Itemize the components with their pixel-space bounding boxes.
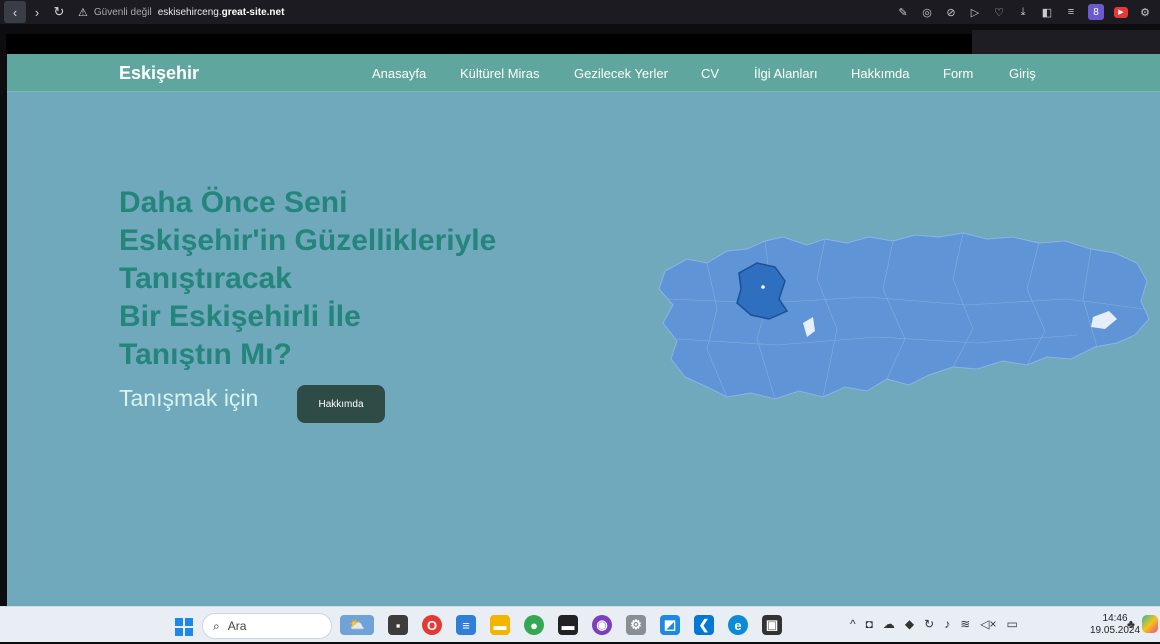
sync-icon[interactable]: ↻ — [924, 617, 934, 631]
battery-icon[interactable]: ▭ — [1007, 617, 1018, 631]
cmd-icon[interactable]: ▣ — [762, 615, 782, 635]
notification-bell-icon[interactable]: ♣ — [1127, 617, 1135, 631]
taskbar-apps: ⛅ ▪ O ≡ ▬ ● ▬ ◉ ⚙ ◩ ❮ e ▣ — [340, 615, 782, 635]
nav-item-ilgi-alanlari[interactable]: İlgi Alanları — [754, 66, 818, 81]
forward-icon[interactable]: › — [26, 1, 48, 23]
github-icon[interactable]: ◉ — [592, 615, 612, 635]
nav-item-kulturel-miras[interactable]: Kültürel Miras — [460, 66, 539, 81]
mic-icon[interactable]: ♪ — [944, 617, 950, 631]
redacted-area — [6, 34, 972, 54]
search-icon: ⌕ — [213, 618, 220, 633]
terminal-icon[interactable]: ▬ — [558, 615, 578, 635]
bookmarks-right — [972, 30, 1160, 54]
vscode-icon[interactable]: ❮ — [694, 615, 714, 635]
url-text: eskisehirceng.great-site.net — [157, 6, 285, 18]
site-navbar: Eskişehir Anasayfa Kültürel Miras Gezile… — [7, 54, 1160, 92]
wifi-icon[interactable]: ≋ — [960, 617, 970, 631]
site-brand[interactable]: Eskişehir — [119, 63, 199, 84]
reload-icon[interactable]: ↻ — [48, 1, 70, 23]
edit-icon[interactable]: ✎ — [896, 5, 910, 19]
profile-icon[interactable]: 8 — [1088, 4, 1104, 20]
chrome-icon[interactable]: ● — [524, 615, 544, 635]
file-explorer-icon[interactable]: ▬ — [490, 615, 510, 635]
menu-icon[interactable]: ≡ — [1064, 5, 1078, 19]
copilot-icon[interactable] — [1142, 615, 1158, 633]
task-view-icon[interactable]: ▪ — [388, 615, 408, 635]
photos-icon[interactable]: ◩ — [660, 615, 680, 635]
weather-widget-icon[interactable]: ⛅ — [340, 615, 374, 635]
camera-icon[interactable]: ◎ — [920, 5, 934, 19]
address-bar[interactable]: ⚠ Güvenli değil eskisehirceng.great-site… — [78, 6, 284, 19]
turkey-map-shape — [658, 232, 1150, 400]
settings-icon[interactable]: ⚙ — [626, 615, 646, 635]
intro-text: Tanışmak için — [119, 385, 259, 411]
windows-taskbar: ⌕ Ara ⛅ ▪ O ≡ ▬ ● ▬ ◉ ⚙ ◩ ❮ e ▣ ^ ◘ ☁ ◆ … — [0, 606, 1160, 644]
download-icon[interactable]: ⤓ — [1016, 5, 1030, 19]
tray-app-icon[interactable]: ◘ — [866, 617, 873, 631]
sidebar-icon[interactable]: ◧ — [1040, 5, 1054, 19]
extensions-icon[interactable]: ⚙ — [1138, 5, 1152, 19]
nav-item-gezilecek-yerler[interactable]: Gezilecek Yerler — [574, 66, 668, 81]
youtube-icon[interactable]: ▶ — [1114, 6, 1128, 18]
hero-line: Eskişehir'in Güzellikleriyle — [119, 224, 497, 257]
taskbar-search[interactable]: ⌕ Ara — [202, 613, 332, 639]
opera-icon[interactable]: O — [422, 615, 442, 635]
shield-icon[interactable]: ⊘ — [944, 5, 958, 19]
city-dot — [761, 285, 765, 289]
hakkimda-button[interactable]: Hakkımda — [297, 385, 385, 423]
hero-line: Tanıştın Mı? — [119, 338, 292, 371]
cloud-icon[interactable]: ☁ — [883, 617, 895, 631]
back-icon[interactable]: ‹ — [4, 1, 26, 23]
nav-item-giris[interactable]: Giriş — [1009, 66, 1036, 81]
play-icon[interactable]: ▷ — [968, 5, 982, 19]
nav-item-form[interactable]: Form — [943, 66, 973, 81]
warning-icon: ⚠ — [78, 6, 88, 19]
browser-toolbar: ‹ › ↻ ⚠ Güvenli değil eskisehirceng.grea… — [0, 0, 1160, 24]
chevron-up-icon[interactable]: ^ — [850, 617, 856, 631]
toolbar-icons: ✎ ◎ ⊘ ▷ ♡ ⤓ ◧ ≡ 8 ▶ ⚙ — [896, 0, 1152, 24]
hero-line: Bir Eskişehirli İle — [119, 300, 361, 333]
security-label: Güvenli değil — [93, 6, 152, 18]
edge-icon[interactable]: e — [728, 615, 748, 635]
nav-item-anasayfa[interactable]: Anasayfa — [372, 66, 426, 81]
heart-icon[interactable]: ♡ — [992, 5, 1006, 19]
windows-start-icon[interactable] — [175, 618, 193, 636]
volume-icon[interactable]: ◁× — [980, 617, 996, 631]
website: Eskişehir Anasayfa Kültürel Miras Gezile… — [7, 54, 1160, 606]
search-placeholder: Ara — [227, 619, 247, 633]
bookmarks-bar — [0, 24, 1160, 54]
notepad-icon[interactable]: ≡ — [456, 615, 476, 635]
nav-item-cv[interactable]: CV — [701, 66, 719, 81]
hero-line: Tanıştıracak — [119, 262, 292, 295]
nav-item-hakkimda[interactable]: Hakkımda — [851, 66, 910, 81]
hero-heading: Daha Önce Seni Eskişehir'in Güzellikleri… — [119, 184, 496, 374]
system-tray: ^ ◘ ☁ ◆ ↻ ♪ ≋ ◁× ▭ — [850, 617, 1018, 631]
hero-line: Daha Önce Seni — [119, 186, 348, 219]
turkey-map — [658, 232, 1150, 400]
shield-tray-icon[interactable]: ◆ — [905, 617, 914, 631]
